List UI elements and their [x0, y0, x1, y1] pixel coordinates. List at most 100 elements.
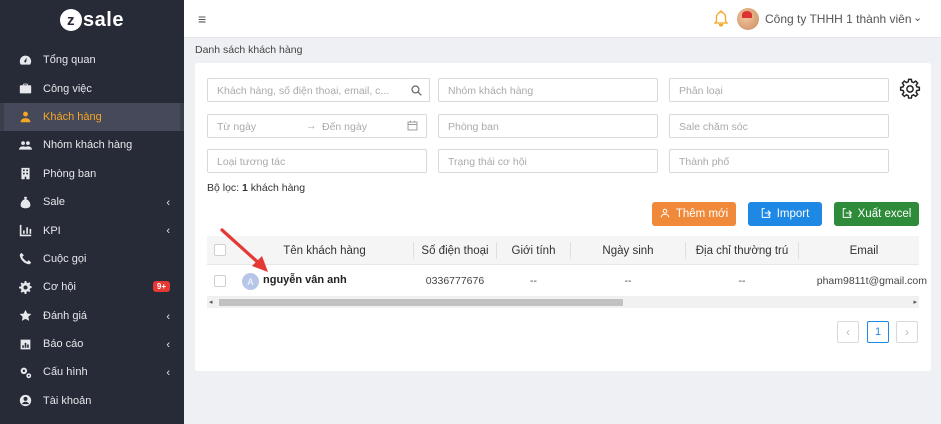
user-icon	[18, 110, 32, 124]
sidebar-label: Nhóm khách hàng	[43, 139, 133, 152]
settings-gear-icon[interactable]	[899, 78, 921, 103]
scroll-right-arrow-icon[interactable]: ▸	[913, 298, 917, 306]
col-header-phone[interactable]: Số điện thoại	[414, 236, 496, 265]
sidebar-item-sale[interactable]: Sale ‹	[0, 188, 184, 216]
customer-phone: 0336777676	[425, 275, 485, 287]
col-header-address[interactable]: Địa chỉ thường trú	[686, 236, 798, 265]
sidebar-item-tong-quan[interactable]: Tổng quan	[0, 46, 184, 74]
logo-text: sale	[83, 8, 124, 31]
date-range-picker[interactable]: Từ ngày → Đến ngày	[207, 114, 427, 138]
table-header: Tên khách hàng Số điện thoại Giới tính N…	[207, 236, 919, 265]
sidebar-label: Cuộc gọi	[43, 252, 87, 265]
app-logo[interactable]: z sale	[0, 0, 184, 40]
sidebar-item-khach-hang[interactable]: Khách hàng	[0, 102, 184, 132]
sidebar-label: Cấu hình	[43, 366, 88, 379]
company-name[interactable]: Công ty THHH 1 thành viên	[765, 12, 912, 26]
sidebar-item-cuoc-goi[interactable]: Cuộc gọi	[0, 245, 184, 273]
customer-group-select[interactable]: Nhóm khách hàng	[438, 78, 658, 102]
col-header-gender[interactable]: Giới tính	[497, 236, 570, 265]
import-label: Import	[776, 208, 810, 220]
sidebar-item-kpi[interactable]: KPI ‹	[0, 216, 184, 244]
col-header-birthday[interactable]: Ngày sinh	[571, 236, 685, 265]
sidebar-item-phong-ban[interactable]: Phòng ban	[0, 160, 184, 188]
add-new-button[interactable]: Thêm mới	[652, 202, 736, 226]
chevron-left-icon: ‹	[166, 196, 170, 209]
to-date-placeholder: Đến ngày	[322, 121, 367, 133]
export-excel-label: Xuất excel	[857, 208, 912, 220]
scrollbar-thumb[interactable]	[219, 299, 623, 306]
scroll-left-arrow-icon[interactable]: ◂	[209, 298, 213, 306]
sidebar-label: Sale	[43, 196, 66, 209]
customer-gender: --	[530, 275, 537, 287]
gear-icon	[18, 280, 32, 294]
export-icon	[842, 207, 852, 221]
calendar-icon	[407, 120, 418, 134]
star-icon	[18, 309, 32, 323]
hamburger-menu-icon[interactable]: ≡	[198, 11, 206, 27]
sidebar-label: Tổng quan	[43, 54, 96, 67]
search-input[interactable]: Khách hàng, số điện thoại, email, c...	[207, 78, 404, 102]
chart-icon	[18, 224, 32, 238]
user-icon	[660, 208, 670, 221]
cogs-icon	[18, 365, 32, 379]
import-icon	[761, 207, 771, 221]
report-icon	[18, 337, 32, 351]
filter-suffix: khách hàng	[250, 182, 306, 194]
sidebar-item-cau-hinh[interactable]: Cấu hình ‹	[0, 358, 184, 386]
sidebar-label: Đánh giá	[43, 309, 88, 322]
from-date-placeholder: Từ ngày	[217, 121, 257, 133]
interaction-type-select[interactable]: Loại tương tác	[207, 149, 427, 173]
city-select[interactable]: Thành phố	[669, 149, 889, 173]
chevron-left-icon: ‹	[166, 338, 170, 351]
arrow-right-icon: →	[306, 120, 317, 132]
notification-badge: 9+	[152, 281, 170, 293]
sidebar-label: Cơ hội	[43, 281, 76, 294]
sidebar-label: Phòng ban	[43, 167, 97, 180]
export-excel-button[interactable]: Xuất excel	[834, 202, 919, 226]
sidebar-label: Công việc	[43, 82, 92, 95]
account-icon	[18, 394, 32, 408]
sidebar-label: Tài khoản	[43, 394, 92, 407]
opportunity-status-select[interactable]: Trạng thái cơ hội	[438, 149, 658, 173]
moneybag-icon	[18, 195, 32, 209]
filter-label: Bộ lọc:	[207, 182, 240, 194]
sidebar-item-tai-khoan[interactable]: Tài khoản	[0, 387, 184, 415]
filter-count: Bộ lọc: 1 khách hàng	[207, 182, 305, 194]
phone-icon	[18, 252, 32, 266]
sidebar-item-cong-viec[interactable]: Công việc	[0, 74, 184, 102]
sidebar-item-danh-gia[interactable]: Đánh giá ‹	[0, 302, 184, 330]
briefcase-icon	[18, 82, 32, 96]
sidebar-label: Báo cáo	[43, 338, 84, 351]
sidebar-label: KPI	[43, 224, 61, 237]
breadcrumb: Danh sách khách hàng	[195, 44, 303, 56]
horizontal-scrollbar[interactable]: ◂ ▸	[207, 297, 919, 308]
sidebar-nav: Tổng quan Công việc Khách hàng Nhóm khác…	[0, 46, 184, 415]
add-new-label: Thêm mới	[675, 208, 729, 220]
sidebar-item-bao-cao[interactable]: Báo cáo ‹	[0, 330, 184, 358]
col-header-email[interactable]: Email	[799, 236, 929, 265]
pagination-prev-button[interactable]: ‹	[837, 321, 859, 343]
pagination-next-button[interactable]: ›	[896, 321, 918, 343]
category-select[interactable]: Phân loại	[669, 78, 889, 102]
customer-address: --	[738, 275, 746, 287]
chevron-down-icon[interactable]: ⌄	[913, 11, 922, 24]
sidebar-item-co-hoi[interactable]: Cơ hội 9+	[0, 273, 184, 301]
dashboard-icon	[18, 53, 32, 67]
table-row[interactable]: A nguyễn vân anh 0336777676 -- -- -- pha…	[207, 265, 927, 297]
topbar: ≡ Công ty THHH 1 thành viên ⌄	[184, 0, 941, 38]
pagination-page-1[interactable]: 1	[867, 321, 889, 343]
department-select[interactable]: Phòng ban	[438, 114, 658, 138]
customer-birthday: --	[624, 275, 632, 287]
sidebar-label: Khách hàng	[43, 110, 102, 123]
bell-icon[interactable]	[713, 10, 729, 30]
row-checkbox[interactable]	[214, 275, 226, 287]
filter-count-value: 1	[242, 182, 248, 194]
company-avatar[interactable]	[737, 8, 759, 30]
users-icon	[18, 138, 32, 152]
chevron-left-icon: ‹	[166, 367, 170, 380]
import-button[interactable]: Import	[748, 202, 822, 226]
sidebar-item-nhom-khach-hang[interactable]: Nhóm khách hàng	[0, 131, 184, 159]
search-icon[interactable]	[403, 78, 430, 102]
sale-care-select[interactable]: Sale chăm sóc	[669, 114, 889, 138]
sidebar: z sale Tổng quan Công việc Khách hàng Nhó…	[0, 0, 184, 424]
